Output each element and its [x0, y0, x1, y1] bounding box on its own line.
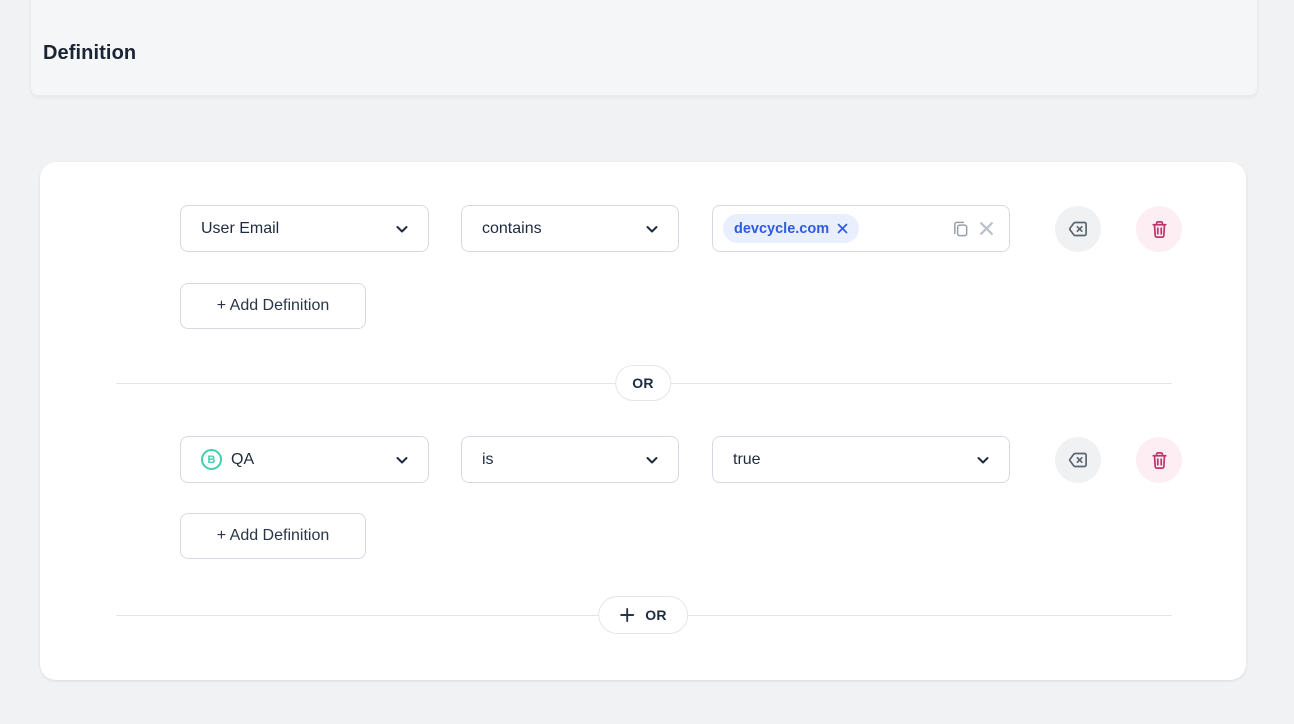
or-divider-label: OR	[632, 375, 654, 391]
definition-card: User Email contains devcycle.com	[40, 162, 1246, 680]
add-definition-button-row1[interactable]: + Add Definition	[180, 283, 366, 329]
page-title: Definition	[43, 42, 136, 65]
remove-tag-icon[interactable]	[837, 223, 848, 234]
plus-icon	[619, 607, 635, 623]
clear-input-icon[interactable]	[978, 220, 995, 237]
add-or-rule-button[interactable]: OR	[598, 596, 688, 634]
value-select-value: true	[733, 451, 761, 469]
trash-icon	[1148, 218, 1171, 241]
property-select-row1[interactable]: User Email	[180, 205, 429, 252]
definition-page: Definition User Email contains devcycle.…	[0, 0, 1294, 724]
delete-row-button-row2[interactable]	[1136, 437, 1182, 483]
comparator-select-value: is	[482, 451, 494, 469]
add-definition-label: + Add Definition	[217, 297, 330, 315]
trash-icon	[1148, 449, 1171, 472]
chevron-down-icon	[394, 452, 410, 468]
add-definition-label: + Add Definition	[217, 527, 330, 545]
value-select-row2[interactable]: true	[712, 436, 1010, 483]
chevron-down-icon	[394, 221, 410, 237]
boolean-type-badge-icon: B	[201, 449, 222, 470]
property-select-value: QA	[231, 451, 254, 469]
or-divider-badge: OR	[615, 365, 671, 401]
clear-row-button-row2[interactable]	[1055, 437, 1101, 483]
property-select-value: User Email	[201, 220, 279, 238]
add-definition-button-row2[interactable]: + Add Definition	[180, 513, 366, 559]
add-or-label: OR	[645, 607, 667, 623]
copy-icon[interactable]	[951, 219, 970, 238]
delete-row-button-row1[interactable]	[1136, 206, 1182, 252]
clear-row-button-row1[interactable]	[1055, 206, 1101, 252]
chevron-down-icon	[644, 221, 660, 237]
chevron-down-icon	[975, 452, 991, 468]
chevron-down-icon	[644, 452, 660, 468]
comparator-select-value: contains	[482, 220, 542, 238]
comparator-select-row1[interactable]: contains	[461, 205, 679, 252]
comparator-select-row2[interactable]: is	[461, 436, 679, 483]
property-select-row2[interactable]: B QA	[180, 436, 429, 483]
value-tag-text: devcycle.com	[734, 221, 829, 237]
backspace-icon	[1066, 217, 1090, 241]
backspace-icon	[1066, 448, 1090, 472]
value-tag-chip: devcycle.com	[723, 214, 859, 243]
value-tags-input-row1[interactable]: devcycle.com	[712, 205, 1010, 252]
definition-header-card: Definition	[30, 0, 1258, 96]
